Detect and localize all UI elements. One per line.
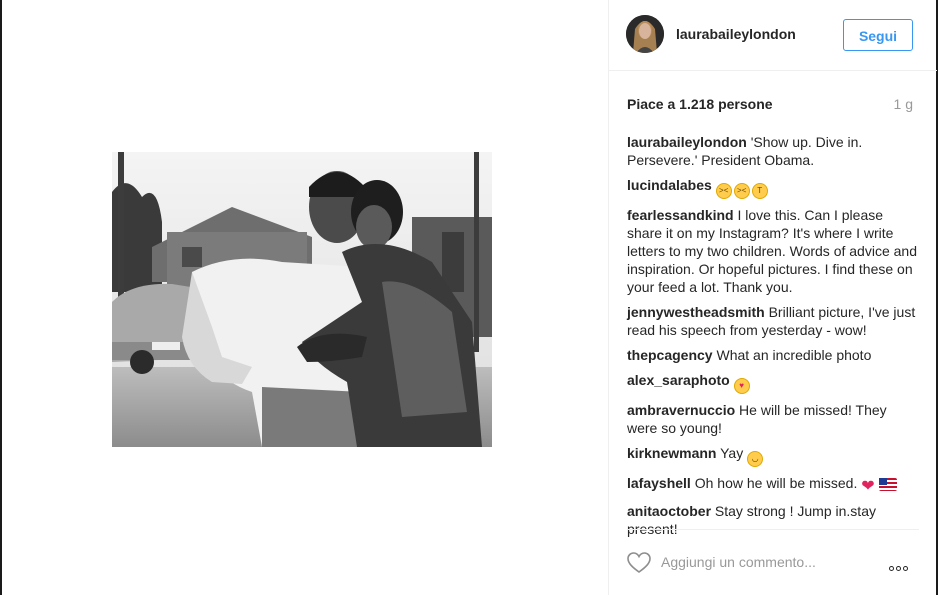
post-username[interactable]: laurabaileylondon	[676, 26, 796, 42]
comment-text: Oh how he will be missed.	[690, 475, 862, 491]
comment-item: jennywestheadsmith Brilliant picture, I'…	[627, 303, 917, 339]
comment-item: anitaoctober Stay strong ! Jump in.stay …	[627, 502, 917, 538]
weary-face-icon: ><	[733, 183, 750, 199]
avatar[interactable]	[626, 15, 664, 53]
like-heart-icon[interactable]	[627, 552, 651, 574]
comment-username[interactable]: kirknewmann	[627, 445, 716, 461]
likes-count[interactable]: Piace a 1.218 persone	[627, 96, 773, 112]
comment-username[interactable]: jennywestheadsmith	[627, 304, 765, 320]
comment-text: Yay	[716, 445, 748, 461]
us-flag-icon	[879, 478, 898, 491]
avatar-image	[626, 15, 664, 53]
comment-item: fearlessandkind I love this. Can I pleas…	[627, 206, 917, 296]
comment-item: laurabaileylondon 'Show up. Dive in. Per…	[627, 133, 917, 169]
comment-username[interactable]: anitaoctober	[627, 503, 711, 519]
comment-item: lucindalabes >< >< T	[627, 176, 917, 199]
comment-username[interactable]: alex_saraphoto	[627, 372, 730, 388]
more-options-icon[interactable]	[889, 558, 915, 571]
comment-item: ambravernuccio He will be missed! They w…	[627, 401, 917, 437]
post-age[interactable]: 1 g	[894, 96, 913, 112]
relieved-face-icon: ◡	[747, 451, 764, 467]
comment-item: kirknewmann Yay ◡	[627, 444, 917, 467]
comment-username[interactable]: lucindalabes	[627, 177, 712, 193]
comment-username[interactable]: laurabaileylondon	[627, 134, 747, 150]
crying-face-icon: T	[751, 183, 768, 199]
heart-outline-icon	[627, 552, 651, 573]
post-photo[interactable]	[112, 152, 492, 447]
post-header: laurabaileylondon Segui	[609, 0, 937, 71]
comment-username[interactable]: fearlessandkind	[627, 207, 734, 223]
comment-item: lafayshell Oh how he will be missed. ❤	[627, 474, 917, 495]
comment-username[interactable]: lafayshell	[627, 475, 691, 491]
add-comment-input[interactable]: Aggiungi un commento...	[661, 554, 816, 570]
post-photo-image	[112, 152, 492, 447]
follow-button[interactable]: Segui	[843, 19, 913, 51]
weary-face-icon: ><	[715, 183, 732, 199]
comment-username[interactable]: ambravernuccio	[627, 402, 735, 418]
divider	[627, 529, 919, 530]
comment-username[interactable]: thepcagency	[627, 347, 713, 363]
comment-item: thepcagency What an incredible photo	[627, 346, 917, 364]
heart-eyes-icon: ♥	[733, 378, 750, 394]
comment-text: What an incredible photo	[712, 347, 872, 363]
comment-item: alex_saraphoto ♥	[627, 371, 917, 394]
comment-list: laurabaileylondon 'Show up. Dive in. Per…	[627, 133, 917, 545]
post-sidebar: laurabaileylondon Segui Piace a 1.218 pe…	[608, 0, 937, 595]
photo-pane	[2, 0, 608, 595]
red-heart-icon: ❤	[861, 478, 875, 495]
